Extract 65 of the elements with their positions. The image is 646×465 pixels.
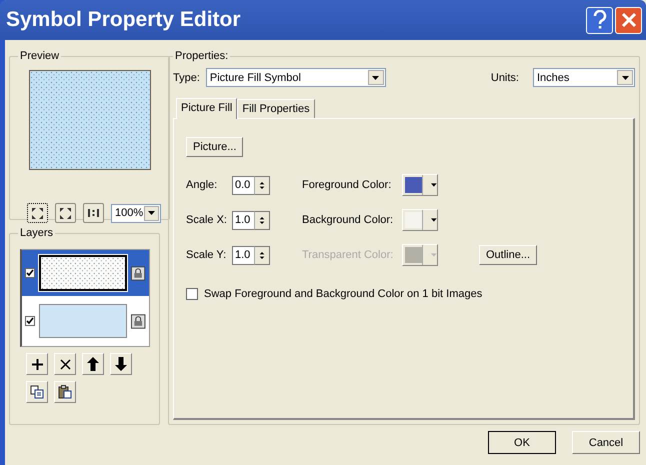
- move-down-button[interactable]: [110, 353, 132, 375]
- color-label: Transparent Color:: [302, 249, 394, 261]
- field-label: Scale X:: [186, 214, 227, 226]
- caret-icon: [372, 76, 380, 80]
- actual-size-icon: [87, 208, 100, 218]
- color-label: Foreground Color:: [302, 179, 392, 191]
- zoom-combo[interactable]: 100%: [111, 204, 161, 222]
- picture-button[interactable]: Picture...: [186, 137, 244, 157]
- actual-size-button[interactable]: [83, 203, 104, 223]
- help-icon: [592, 10, 606, 30]
- dialog-button[interactable]: OK: [488, 431, 556, 454]
- caret-icon: [431, 183, 437, 187]
- type-combo[interactable]: Picture Fill Symbol: [206, 68, 386, 87]
- spinner-field[interactable]: 1.0: [232, 210, 254, 230]
- lock-icon[interactable]: [131, 314, 146, 328]
- tab[interactable]: Picture Fill: [176, 98, 238, 119]
- window-title: Symbol Property Editor: [6, 8, 242, 32]
- move-up-button[interactable]: [82, 353, 104, 375]
- plus-icon: [32, 358, 42, 370]
- spinner-field[interactable]: 1.0: [232, 246, 254, 264]
- spinner-arrows-icon[interactable]: [254, 246, 270, 264]
- zoom-in-icon: [31, 206, 44, 220]
- caret-icon: [622, 76, 628, 80]
- help-button[interactable]: [586, 6, 613, 34]
- layer-row[interactable]: [22, 250, 148, 296]
- outline-button[interactable]: Outline...: [479, 245, 538, 265]
- units-label: Units:: [490, 72, 519, 84]
- delete-icon: [60, 358, 70, 370]
- spinner-field[interactable]: 0.0: [232, 176, 254, 194]
- down-arrow-icon: [115, 357, 127, 371]
- group-label: Preview: [19, 50, 60, 62]
- checkbox[interactable]: [24, 316, 34, 326]
- lock-icon[interactable]: [131, 266, 146, 280]
- checkbox[interactable]: [186, 288, 198, 300]
- copy-button[interactable]: [26, 381, 48, 403]
- caret-icon: [431, 253, 437, 257]
- paste-icon: [58, 385, 72, 399]
- delete-button[interactable]: [54, 353, 76, 375]
- paste-button[interactable]: [54, 381, 76, 403]
- close-icon: [620, 12, 636, 28]
- add-button[interactable]: [26, 353, 48, 375]
- copy-icon: [30, 385, 44, 399]
- zoom-out-icon: [59, 206, 72, 220]
- color-picker[interactable]: [402, 209, 438, 231]
- type-label: Type:: [173, 72, 200, 84]
- zoom-out-button[interactable]: [55, 203, 76, 223]
- tab[interactable]: Fill Properties: [237, 99, 315, 118]
- spinner-arrows-icon[interactable]: [254, 210, 270, 230]
- spinner-arrows-icon[interactable]: [254, 176, 270, 194]
- checkbox-label: Swap Foreground and Background Color on 1 bit Images: [204, 288, 482, 300]
- group-label: Layers: [19, 227, 54, 239]
- caret-icon: [431, 218, 437, 222]
- up-arrow-icon: [87, 357, 99, 371]
- close-button[interactable]: [615, 6, 642, 34]
- field-label: Angle:: [186, 179, 218, 191]
- group-label: Properties:: [174, 50, 230, 62]
- checkbox[interactable]: [24, 268, 34, 278]
- color-picker[interactable]: [402, 174, 438, 196]
- color-picker[interactable]: [402, 244, 438, 266]
- color-label: Background Color:: [302, 214, 394, 226]
- field-label: Scale Y:: [186, 249, 226, 261]
- units-combo[interactable]: Inches: [533, 68, 635, 87]
- zoom-in-button[interactable]: [27, 203, 48, 223]
- dialog-button[interactable]: Cancel: [572, 431, 640, 454]
- caret-icon: [148, 211, 156, 215]
